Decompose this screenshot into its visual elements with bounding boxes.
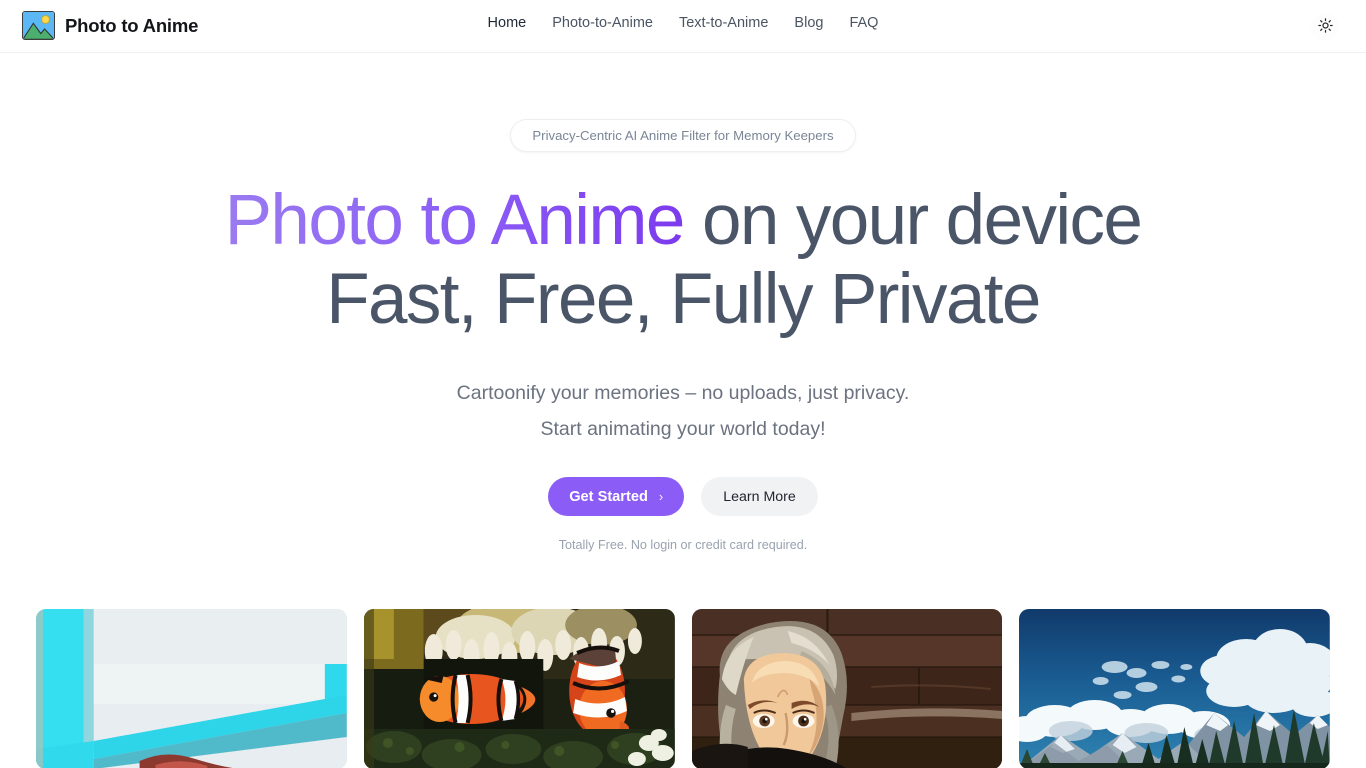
example-gallery — [0, 609, 1366, 768]
page-title-rest: on your device — [683, 181, 1143, 260]
page-title-line2: Fast, Free, Fully Private — [326, 260, 1041, 339]
get-started-label: Get Started — [569, 488, 648, 505]
learn-more-button[interactable]: Learn More — [701, 477, 818, 516]
theme-toggle-button[interactable] — [1311, 13, 1339, 41]
picture-image-icon — [22, 11, 55, 40]
main-nav: Home Photo-to-Anime Text-to-Anime Blog F… — [488, 15, 879, 31]
gallery-card-portrait-wood-wall[interactable] — [691, 609, 1003, 768]
hero-section: Privacy-Centric AI Anime Filter for Memo… — [0, 53, 1366, 552]
hero-subtitle-line1: Cartoonify your memories – no uploads, j… — [456, 382, 910, 404]
nav-link-faq[interactable]: FAQ — [849, 15, 878, 31]
site-header: Photo to Anime Home Photo-to-Anime Text-… — [0, 0, 1366, 53]
nav-link-home[interactable]: Home — [488, 15, 527, 31]
gallery-card-cyan-framed-photo[interactable] — [36, 609, 347, 768]
gallery-card-clownfish-reef[interactable] — [363, 609, 675, 768]
get-started-button[interactable]: Get Started › — [548, 477, 685, 516]
nav-link-text-to-anime[interactable]: Text-to-Anime — [679, 15, 768, 31]
hero-badge: Privacy-Centric AI Anime Filter for Memo… — [510, 119, 856, 152]
page-title: Photo to Anime on your device Fast, Free… — [0, 181, 1366, 339]
hero-subtitle: Cartoonify your memories – no uploads, j… — [0, 375, 1366, 447]
chevron-right-icon: › — [658, 489, 664, 504]
sun-icon — [1317, 18, 1333, 36]
gallery-card-mountain-clouds[interactable] — [1019, 609, 1330, 768]
page-title-highlight: Photo to Anime — [224, 181, 686, 260]
nav-link-photo-to-anime[interactable]: Photo-to-Anime — [552, 15, 653, 31]
hero-note: Totally Free. No login or credit card re… — [558, 538, 808, 552]
brand-logo-link[interactable]: Photo to Anime — [22, 11, 198, 40]
nav-link-blog[interactable]: Blog — [794, 15, 823, 31]
hero-actions: Get Started › Learn More — [0, 477, 1366, 516]
hero-subtitle-line2: Start animating your world today! — [540, 418, 826, 440]
brand-name: Photo to Anime — [65, 14, 199, 36]
